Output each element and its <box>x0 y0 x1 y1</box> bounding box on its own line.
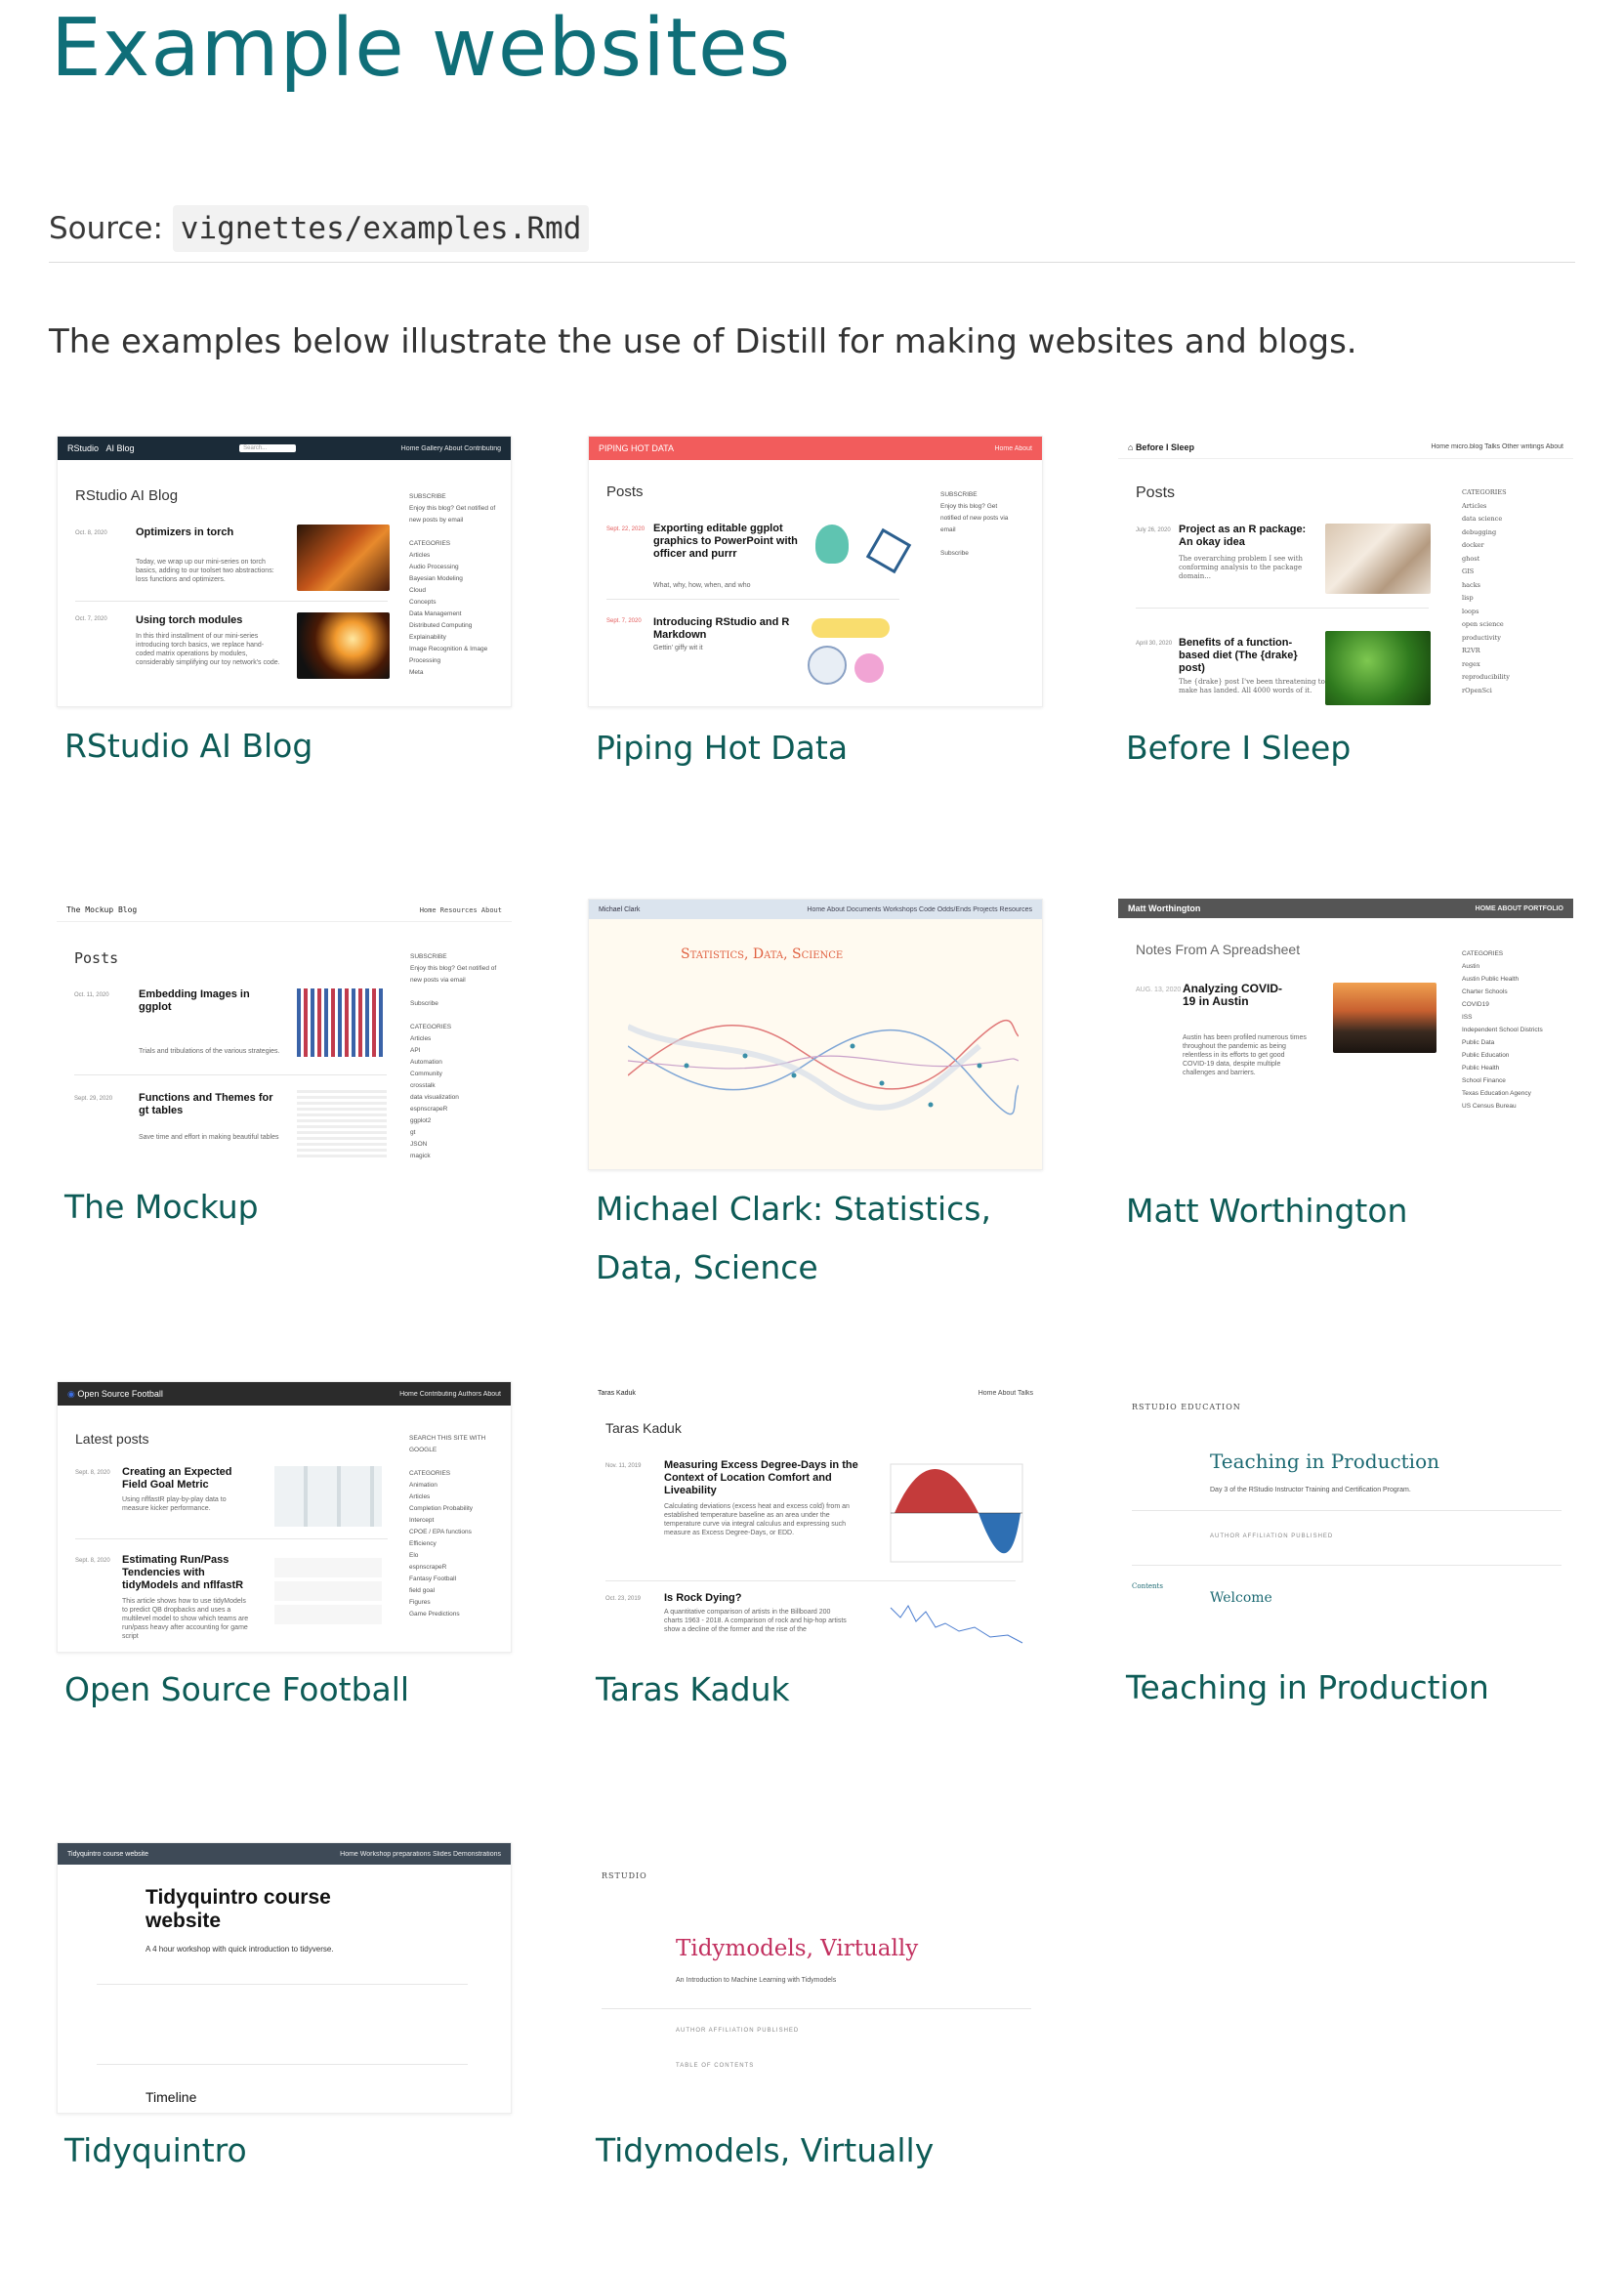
source-label: Source: <box>49 211 163 246</box>
example-caption[interactable]: Tidyquintro <box>64 2122 514 2180</box>
source-path[interactable]: vignettes/examples.Rmd <box>172 205 590 252</box>
example-thumbnail[interactable]: Matt Worthington HOME ABOUT PORTFOLIO No… <box>1118 899 1573 1170</box>
example-caption[interactable]: Taras Kaduk <box>596 1660 1045 1719</box>
intro-text: The examples below illustrate the use of… <box>49 322 1357 361</box>
example-caption[interactable]: Piping Hot Data <box>596 719 1045 777</box>
example-thumbnail[interactable]: PIPING HOT DATA Home About Posts Sept. 2… <box>588 436 1043 707</box>
example-caption[interactable]: Matt Worthington <box>1126 1182 1575 1240</box>
wavy-plot <box>628 1020 1019 1115</box>
thumb-chart <box>890 1463 1023 1563</box>
example-thumbnail[interactable]: RSTUDIO EDUCATION Teaching in Production… <box>1118 1381 1573 1653</box>
thumb-navbar: Michael Clark Home About Documents Works… <box>589 900 1042 919</box>
divider <box>49 262 1575 263</box>
page-title: Example websites <box>51 2 792 95</box>
example-caption[interactable]: Tidymodels, Virtually <box>596 2122 1045 2180</box>
example-caption[interactable]: Open Source Football <box>64 1660 514 1719</box>
source-line: Source: vignettes/examples.Rmd <box>49 205 590 252</box>
thumb-line-chart <box>890 1605 1023 1644</box>
example-thumbnail[interactable]: Michael Clark Home About Documents Works… <box>588 899 1043 1170</box>
example-thumbnail[interactable]: ⌂ Before I Sleep Home micro.blog Talks O… <box>1118 436 1573 707</box>
example-thumbnail[interactable]: Tidyquintro course website Home Workshop… <box>57 1842 512 2114</box>
example-thumbnail[interactable]: ◉ Open Source Football Home Contributing… <box>57 1381 512 1653</box>
example-caption[interactable]: The Mockup <box>64 1178 514 1237</box>
example-thumbnail[interactable]: The Mockup Blog Home Resources About Pos… <box>57 899 512 1170</box>
example-caption[interactable]: Before I Sleep <box>1126 719 1575 777</box>
example-thumbnail[interactable]: Taras Kaduk Home About Talks Taras Kaduk… <box>588 1381 1043 1653</box>
thumb-navbar: Taras Kaduk Home About Talks <box>588 1381 1043 1405</box>
thumb-navbar: PIPING HOT DATA Home About <box>589 437 1042 460</box>
example-thumbnail[interactable]: RStudio AI Blog Search... Home Gallery A… <box>57 436 512 707</box>
thumb-navbar: ◉ Open Source Football Home Contributing… <box>58 1382 511 1406</box>
thumb-navbar: Matt Worthington HOME ABOUT PORTFOLIO <box>1118 899 1573 918</box>
example-caption[interactable]: Teaching in Production <box>1126 1659 1575 1717</box>
example-caption[interactable]: Michael Clark: Statistics, Data, Science <box>596 1180 1045 1297</box>
thumb-navbar: ⌂ Before I Sleep Home micro.blog Talks O… <box>1118 436 1573 459</box>
thumb-navbar: The Mockup Blog Home Resources About <box>57 899 512 922</box>
thumb-navbar: Tidyquintro course website Home Workshop… <box>58 1843 511 1865</box>
thumb-navbar: RStudio AI Blog Search... Home Gallery A… <box>58 437 511 460</box>
example-thumbnail[interactable]: RSTUDIO Tidymodels, Virtually An Introdu… <box>588 1842 1043 2114</box>
example-caption[interactable]: RStudio AI Blog <box>64 717 514 776</box>
